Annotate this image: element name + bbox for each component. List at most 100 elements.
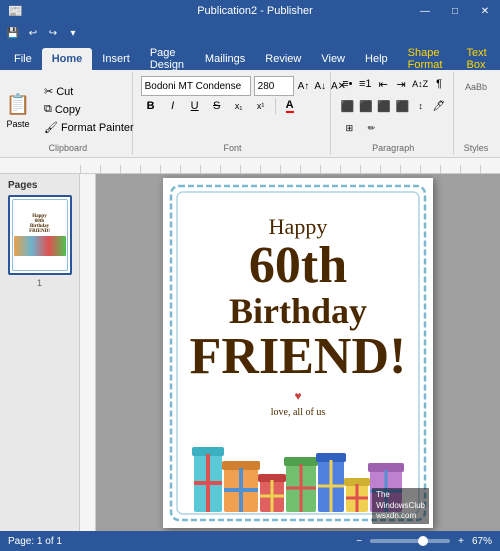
ribbon-tabs-container: File Home Insert Page Design Mailings Re…	[0, 44, 500, 70]
line-spacing-button[interactable]: ↕	[412, 96, 428, 116]
align-center-button[interactable]: ⬛	[358, 96, 374, 116]
zoom-thumb[interactable]	[418, 536, 428, 546]
tab-insert[interactable]: Insert	[92, 48, 140, 70]
para-row1: ≡• ≡1 ⇤ ⇥ A↕Z ¶	[339, 74, 447, 94]
card-60th-text: 60th	[249, 240, 347, 292]
clipboard-label: Clipboard	[49, 141, 88, 153]
font-name-row: A↑ A↓ A✕	[141, 76, 325, 96]
styles-content: AaBb	[465, 82, 487, 92]
maximize-button[interactable]: □	[440, 0, 470, 22]
font-name-input[interactable]	[141, 76, 251, 96]
align-right-button[interactable]: ⬛	[376, 96, 392, 116]
close-button[interactable]: ✕	[470, 0, 500, 22]
card-happy-text: Happy	[269, 214, 328, 240]
card-heart: ♥	[294, 389, 301, 403]
gift-6-ribbon-h	[346, 496, 368, 499]
borders-button[interactable]: ⊞	[339, 118, 359, 138]
font-format-row: B I U S x₁ x¹ A	[141, 96, 325, 116]
tab-help[interactable]: Help	[355, 48, 398, 70]
zoom-plus-button[interactable]: +	[458, 536, 464, 547]
tab-textbox[interactable]: Text Box	[456, 48, 500, 70]
gift-6	[346, 484, 368, 512]
quick-access-more[interactable]: ▾	[64, 24, 82, 42]
gift-3	[260, 480, 284, 512]
clipboard-group: 📋 Paste ✂ Cut ⧉ Copy 🖌 Format Painter Cl…	[4, 72, 133, 155]
page-number: 1	[4, 278, 75, 288]
paste-button[interactable]: 📋 Paste	[0, 84, 38, 136]
bullets-button[interactable]: ≡•	[339, 74, 355, 94]
italic-button[interactable]: I	[163, 96, 183, 116]
tab-review[interactable]: Review	[255, 48, 311, 70]
underline-button[interactable]: U	[185, 96, 205, 116]
tab-home[interactable]: Home	[42, 48, 93, 70]
strikethrough-button[interactable]: S	[207, 96, 227, 116]
horizontal-ruler	[0, 158, 500, 174]
watermark-line3: wsxdn.com	[376, 511, 425, 521]
zoom-level: 67%	[472, 536, 492, 547]
tab-view[interactable]: View	[311, 48, 355, 70]
indent-increase-button[interactable]: ⇥	[393, 74, 409, 94]
watermark-line2: WindowsClub	[376, 501, 425, 511]
subscript-button[interactable]: x₁	[229, 96, 249, 116]
page-thumbnail[interactable]: Happy60thBirthdayFRIEND!	[8, 195, 72, 275]
para-row3: ⊞ ✏	[339, 118, 447, 138]
publisher-icon: 📰	[8, 4, 23, 18]
copy-icon: ⧉	[44, 103, 52, 116]
align-left-button[interactable]: ⬛	[339, 96, 355, 116]
page-info: Page: 1 of 1	[8, 536, 62, 547]
zoom-slider[interactable]	[370, 539, 450, 543]
canvas-area[interactable]: Happy 60th Birthday FRIEND! ♥ love, all …	[96, 174, 500, 531]
tab-file[interactable]: File	[4, 48, 42, 70]
ribbon-body: 📋 Paste ✂ Cut ⧉ Copy 🖌 Format Painter Cl…	[0, 70, 500, 158]
cut-icon: ✂	[44, 85, 53, 98]
gift-2	[224, 468, 258, 512]
show-hide-button[interactable]: ¶	[431, 74, 447, 94]
numbering-button[interactable]: ≡1	[357, 74, 373, 94]
gift-2-ribbon-h	[224, 488, 258, 492]
para-row2: ⬛ ⬛ ⬛ ⬛ ↕ 🖊	[339, 96, 447, 116]
card-love-text: love, all of us	[271, 407, 325, 418]
shrink-font-button[interactable]: A↓	[313, 76, 327, 96]
tab-shapeformat[interactable]: Shape Format	[398, 48, 457, 70]
highlight-button[interactable]: ✏	[361, 118, 381, 138]
zoom-minus-button[interactable]: −	[356, 536, 362, 547]
window-title: Publication2 - Publisher	[100, 5, 410, 17]
title-bar: 📰 Publication2 - Publisher — □ ✕	[0, 0, 500, 22]
undo-quick-button[interactable]: ↩	[24, 24, 42, 42]
font-color-button[interactable]: A	[280, 96, 300, 116]
save-quick-button[interactable]: 💾	[4, 24, 22, 42]
format-painter-button[interactable]: 🖌 Format Painter	[40, 119, 138, 136]
bold-button[interactable]: B	[141, 96, 161, 116]
styles-group: AaBb Styles	[456, 72, 496, 155]
indent-decrease-button[interactable]: ⇤	[375, 74, 391, 94]
redo-quick-button[interactable]: ↪	[44, 24, 62, 42]
vertical-ruler	[80, 174, 96, 531]
sort-button[interactable]: A↕Z	[411, 74, 429, 94]
styles-label: Styles	[464, 141, 489, 153]
cut-button[interactable]: ✂ Cut	[40, 83, 138, 100]
font-divider	[275, 98, 276, 114]
grow-font-button[interactable]: A↑	[297, 76, 311, 96]
clipboard-buttons: 📋 Paste ✂ Cut ⧉ Copy 🖌 Format Painter	[0, 74, 138, 141]
font-group: A↑ A↓ A✕ B I U S x₁ x¹ A Font	[135, 72, 332, 155]
gift-4-ribbon-h	[286, 486, 316, 489]
ribbon-tabs: File Home Insert Page Design Mailings Re…	[0, 44, 500, 70]
justify-button[interactable]: ⬛	[394, 96, 410, 116]
status-bar: Page: 1 of 1 − + 67%	[0, 531, 500, 551]
tab-mailings[interactable]: Mailings	[195, 48, 255, 70]
pages-panel-label: Pages	[4, 178, 75, 195]
status-right: − + 67%	[356, 536, 492, 547]
watermark: The WindowsClub wsxdn.com	[372, 488, 429, 523]
tab-pagedesign[interactable]: Page Design	[140, 48, 195, 70]
font-size-input[interactable]	[254, 76, 294, 96]
superscript-button[interactable]: x¹	[251, 96, 271, 116]
paragraph-label: Paragraph	[372, 141, 414, 153]
pages-panel: Pages Happy60thBirthdayFRIEND! 1	[0, 174, 80, 531]
clipboard-small-buttons: ✂ Cut ⧉ Copy 🖌 Format Painter	[40, 83, 138, 136]
font-controls: A↑ A↓ A✕ B I U S x₁ x¹ A	[141, 74, 325, 116]
gift-5-ribbon-h	[318, 484, 344, 487]
copy-button[interactable]: ⧉ Copy	[40, 101, 138, 118]
shading-button[interactable]: 🖊	[431, 96, 447, 116]
minimize-button[interactable]: —	[410, 0, 440, 22]
paragraph-group: ≡• ≡1 ⇤ ⇥ A↕Z ¶ ⬛ ⬛ ⬛ ⬛ ↕ 🖊 ⊞ ✏ Paragrap…	[333, 72, 454, 155]
